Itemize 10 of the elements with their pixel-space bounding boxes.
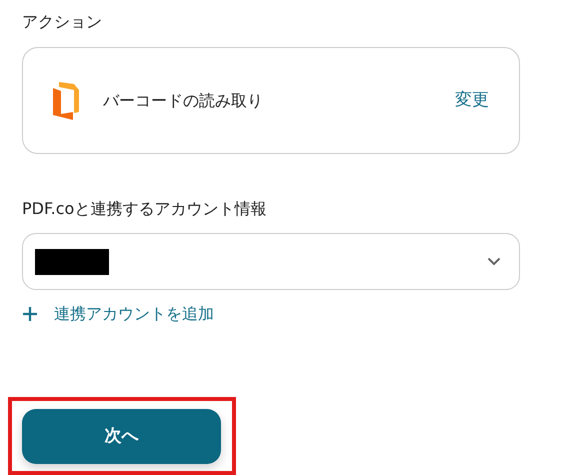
add-account-link[interactable]: 連携アカウントを追加 [22, 303, 214, 325]
app-logo-icon [53, 82, 79, 120]
plus-icon [22, 306, 38, 322]
change-link[interactable]: 変更 [455, 88, 489, 114]
account-select[interactable] [22, 233, 520, 290]
next-button[interactable]: 次へ [22, 409, 221, 464]
section-heading: PDF.coと連携するアカウント情報 [22, 198, 268, 220]
action-name: バーコードの読み取り [103, 90, 264, 112]
chevron-down-icon [487, 257, 501, 266]
section-heading: アクション [22, 11, 103, 33]
